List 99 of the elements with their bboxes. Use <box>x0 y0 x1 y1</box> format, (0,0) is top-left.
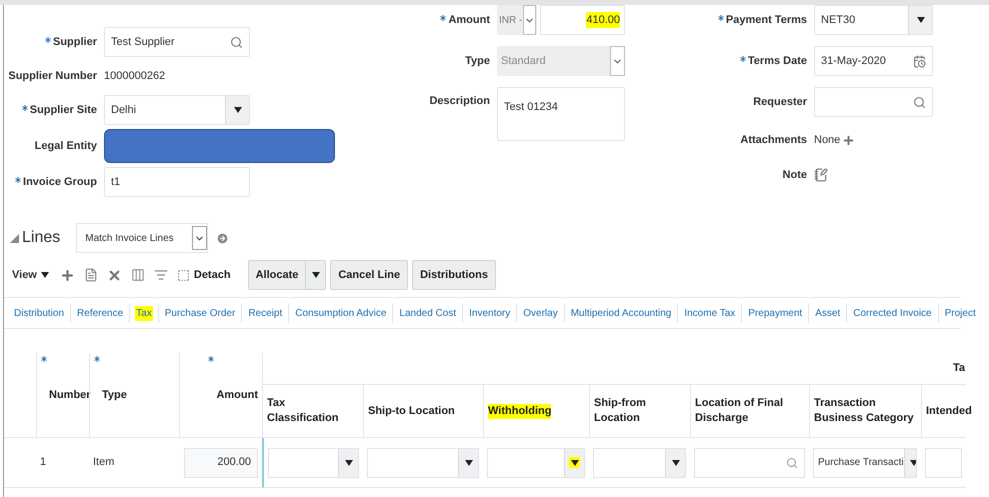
delete-icon[interactable] <box>106 268 122 282</box>
toolbar-button[interactable]: Distributions <box>412 260 496 290</box>
field-value: 1000000262 <box>104 68 166 84</box>
tab-link[interactable]: Receipt <box>247 306 284 320</box>
field-label: Supplier Number <box>8 68 97 84</box>
detach-icon[interactable] <box>176 268 190 282</box>
field-label: Legal Entity <box>34 138 97 154</box>
column-header: Ship-from Location <box>594 396 647 426</box>
column-header: Ship-to Location <box>368 404 455 418</box>
field-label: Note <box>782 168 807 183</box>
column-header: Intended <box>926 404 972 418</box>
table-cell-text: 1 <box>40 455 46 470</box>
required-icon <box>15 176 22 183</box>
caret-icon[interactable] <box>569 457 580 468</box>
tab-link[interactable]: Corrected Invoice <box>852 306 933 320</box>
columns-icon[interactable] <box>130 268 145 282</box>
field-label: Amount <box>448 12 490 28</box>
input-field[interactable]: t1 <box>104 167 250 197</box>
column-header: Tax Classification <box>267 396 340 426</box>
tab-link[interactable]: Purchase Order <box>164 306 236 320</box>
field-label: Description <box>429 94 490 109</box>
tab-link[interactable]: Asset <box>814 306 842 320</box>
document-icon[interactable] <box>84 268 98 282</box>
view-menu[interactable]: View <box>12 266 51 284</box>
filter-icon[interactable] <box>154 268 168 282</box>
search-field[interactable]: Test Supplier <box>104 27 250 57</box>
field-label: Supplier Site <box>30 102 97 118</box>
field-label: Requester <box>753 94 807 110</box>
amount-field[interactable]: 200.00 <box>184 448 258 478</box>
required-icon <box>41 356 47 362</box>
go-icon[interactable] <box>216 232 230 244</box>
search-field[interactable] <box>694 448 805 478</box>
tab-link[interactable]: Income Tax <box>683 306 736 320</box>
column-header: Number <box>49 388 91 403</box>
search-icon[interactable] <box>786 456 798 468</box>
currency-dropdown[interactable]: INR - <box>497 5 537 35</box>
required-icon <box>22 104 28 111</box>
section-title: Lines <box>22 228 60 248</box>
column-header: Location of Final Discharge <box>695 396 784 426</box>
caret-icon[interactable] <box>232 104 243 116</box>
dropdown-field[interactable]: NET30 <box>814 5 933 35</box>
field-label: Terms Date <box>748 54 807 69</box>
column-header: Transaction Business Category <box>814 396 915 426</box>
dropdown-field[interactable]: Delhi <box>104 95 250 125</box>
date-field[interactable]: 31-May-2020 <box>814 46 933 76</box>
tab-link[interactable]: Prepayment <box>747 306 804 320</box>
tab-link[interactable]: Project <box>944 306 977 320</box>
caret-icon[interactable] <box>343 457 354 468</box>
search-field[interactable] <box>814 87 933 117</box>
add-icon[interactable] <box>842 134 856 146</box>
caret-icon[interactable] <box>40 270 51 280</box>
tab-link[interactable]: Overlay <box>522 306 559 320</box>
match-dropdown[interactable]: Match Invoice Lines <box>76 223 208 253</box>
dropdown-field[interactable]: Purchase Transacti <box>813 448 917 478</box>
required-icon <box>208 356 214 362</box>
split-button[interactable]: Allocate <box>248 260 326 290</box>
table-cell-text: Item <box>93 455 114 470</box>
tab-link[interactable]: Tax <box>135 306 153 320</box>
field-label: Attachments <box>740 132 807 148</box>
column-header: Amount <box>216 388 258 403</box>
tab-link[interactable]: Reference <box>76 306 124 320</box>
toolbar-button[interactable]: Cancel Line <box>330 260 408 290</box>
column-header: Withholding <box>488 404 552 418</box>
required-icon <box>94 356 100 362</box>
caret-icon[interactable] <box>310 270 322 280</box>
description-field[interactable]: Test 01234 <box>497 87 625 141</box>
calendar-icon[interactable] <box>913 54 926 68</box>
caret-icon[interactable] <box>670 457 681 468</box>
required-icon <box>718 14 724 21</box>
note-icon[interactable] <box>814 168 828 182</box>
tab-link[interactable]: Consumption Advice <box>294 306 388 320</box>
field-label: Supplier <box>52 34 97 50</box>
tab-link[interactable]: Multiperiod Accounting <box>570 306 672 320</box>
caret-icon[interactable] <box>463 457 474 468</box>
caret-icon[interactable] <box>915 14 926 26</box>
field-value: None <box>814 132 840 148</box>
detach-button[interactable]: Detach <box>176 266 231 284</box>
input-field[interactable] <box>925 448 962 478</box>
field-label: Invoice Group <box>23 174 97 190</box>
field-label: Payment Terms <box>726 12 807 28</box>
tab-link[interactable]: Landed Cost <box>398 306 458 320</box>
required-icon <box>44 36 51 43</box>
dropdown-field[interactable] <box>367 448 479 478</box>
column-group-header: Ta <box>952 361 966 376</box>
tab-link[interactable]: Distribution <box>13 306 66 320</box>
field-label: Type <box>465 54 490 69</box>
search-icon[interactable] <box>913 96 926 108</box>
required-icon <box>440 14 446 21</box>
required-icon <box>740 56 746 62</box>
tab-link[interactable]: Inventory <box>468 306 512 320</box>
search-icon[interactable] <box>230 36 243 48</box>
disclosure-icon[interactable] <box>10 234 19 242</box>
dropdown-field: Standard <box>497 46 625 76</box>
dropdown-field[interactable] <box>487 448 585 478</box>
add-icon[interactable] <box>60 268 75 282</box>
amount-field[interactable]: 410.00 <box>540 5 625 35</box>
dropdown-field[interactable] <box>268 448 359 478</box>
column-header: Type <box>102 388 127 403</box>
dropdown-field[interactable] <box>593 448 686 478</box>
